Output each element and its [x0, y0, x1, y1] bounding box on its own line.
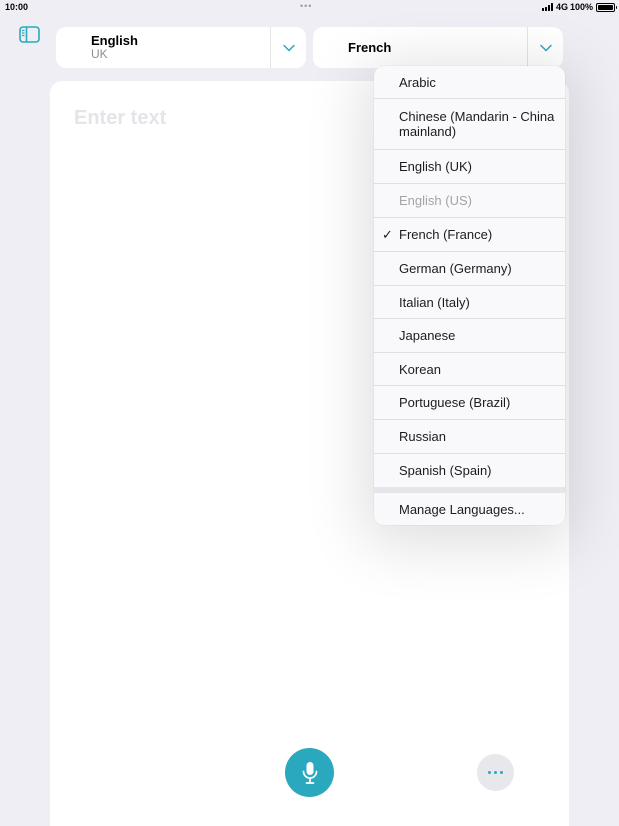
checkmark-icon: ✓: [382, 227, 393, 242]
text-input[interactable]: Enter text: [74, 107, 166, 130]
more-options-button[interactable]: [477, 754, 514, 791]
language-menu-item: English (US): [374, 184, 565, 218]
sidebar-toggle-button[interactable]: [19, 26, 40, 43]
language-menu-item-label: Chinese (Mandarin - China mainland): [399, 109, 555, 139]
status-time: 10:00: [5, 2, 29, 12]
target-language-dropdown-button[interactable]: [527, 27, 563, 68]
chevron-down-icon: [282, 44, 295, 51]
source-language-name: English: [91, 33, 138, 48]
language-menu-item[interactable]: Korean: [374, 353, 565, 386]
language-menu-item-label: German (Germany): [399, 261, 512, 276]
language-menu-item-label: English (UK): [399, 159, 472, 174]
network-label: 4G: [555, 2, 568, 12]
language-menu-item[interactable]: ✓ French (France): [374, 218, 565, 252]
language-menu-item-label: Portuguese (Brazil): [399, 395, 511, 410]
language-menu-item[interactable]: Chinese (Mandarin - China mainland): [374, 99, 565, 150]
language-menu-item[interactable]: Portuguese (Brazil): [374, 386, 565, 420]
multitasking-indicator[interactable]: •••: [300, 1, 312, 11]
language-menu-item-label: Arabic: [399, 74, 436, 90]
translate-screen: 10:00 ••• 4G 100% English UK French Ente…: [0, 0, 619, 826]
manage-languages-button[interactable]: Manage Languages...: [374, 493, 565, 525]
language-menu-item-label: French (France): [399, 227, 493, 242]
language-menu-list: Arabic Chinese (Mandarin - China mainland…: [374, 66, 565, 487]
language-menu-item[interactable]: Italian (Italy): [374, 286, 565, 319]
language-menu-item-label: English (US): [399, 193, 472, 208]
language-menu-item[interactable]: Spanish (Spain): [374, 454, 565, 487]
target-language-picker[interactable]: French: [313, 27, 563, 68]
battery-icon: [596, 2, 617, 12]
target-language-name: French: [348, 39, 392, 55]
source-language-picker[interactable]: English UK: [56, 27, 306, 68]
battery-percent: 100%: [569, 2, 593, 12]
language-menu-item-label: Spanish (Spain): [399, 463, 492, 478]
chevron-down-icon: [539, 44, 552, 51]
language-menu-item[interactable]: Russian: [374, 420, 565, 454]
language-menu-item[interactable]: German (Germany): [374, 252, 565, 286]
microphone-icon: [302, 761, 317, 784]
language-menu-item[interactable]: Japanese: [374, 319, 565, 353]
target-language-label[interactable]: French: [313, 27, 527, 68]
ellipsis-icon: [488, 771, 503, 774]
language-menu-item[interactable]: English (UK): [374, 150, 565, 184]
source-language-region: UK: [91, 47, 108, 61]
microphone-button[interactable]: [285, 748, 334, 797]
language-menu-item-label: Korean: [399, 361, 441, 377]
language-menu-item[interactable]: Arabic: [374, 66, 565, 99]
battery-level: [598, 4, 613, 10]
status-indicators: 4G 100%: [541, 2, 617, 12]
sidebar-icon: [19, 26, 40, 43]
language-menu-item-label: Russian: [399, 429, 446, 444]
language-menu-item-label: Japanese: [399, 328, 456, 343]
source-language-label[interactable]: English UK: [56, 27, 270, 68]
language-menu-item-label: Italian (Italy): [399, 294, 470, 310]
source-language-dropdown-button[interactable]: [270, 27, 306, 68]
signal-icon: [541, 3, 553, 11]
language-menu[interactable]: Arabic Chinese (Mandarin - China mainland…: [374, 66, 565, 525]
